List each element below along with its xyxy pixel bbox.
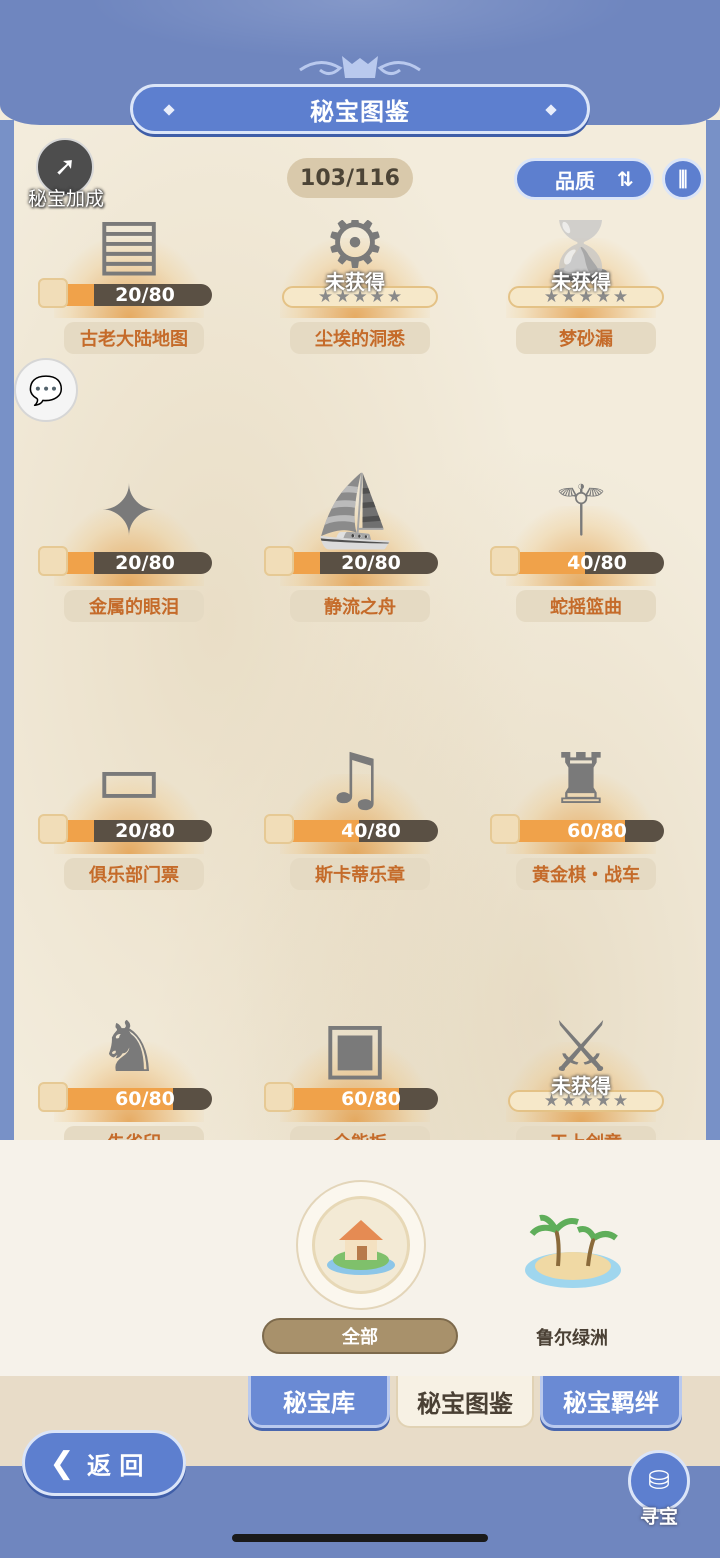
progress-text: 20/80 xyxy=(115,552,175,574)
puzzle-piece-icon xyxy=(264,546,294,576)
treasure-name: 黄金棋・战车 xyxy=(516,858,656,890)
treasure-hunt-label: 寻宝 xyxy=(639,1506,678,1528)
treasure-grid: ▤ 20/80 古老大陆地图 ⚙ ★ ★ ★ ★ ★ 未获得 尘埃的洞悉 ⌛ ★ ★ ★ ★ ★ 未获得 梦砂漏 ✦ 2… xyxy=(0,220,720,1170)
phoenix-seal-icon: ♞ xyxy=(97,1006,161,1088)
tab-label: 秘宝图鉴 xyxy=(417,1389,513,1418)
bonus-label: 秘宝加成 xyxy=(27,188,104,210)
back-button[interactable]: ❮ 返 回 xyxy=(22,1430,186,1496)
treasure-card[interactable]: ⛵ 20/80 静流之舟 xyxy=(260,466,450,636)
chat-bubble-icon: 💬 xyxy=(28,373,64,407)
treasure-name: 梦砂漏 xyxy=(516,322,656,354)
cat-ornament-icon xyxy=(299,56,421,78)
treasure-name: 古老大陆地图 xyxy=(64,322,204,354)
progress-bar: 40/80 xyxy=(280,820,438,842)
progress-text: 20/80 xyxy=(115,284,175,306)
puzzle-piece-icon xyxy=(264,1082,294,1112)
treasure-name: 尘埃的洞悉 xyxy=(290,322,430,354)
lyre-icon: ♫ xyxy=(323,738,387,820)
puzzle-piece-icon xyxy=(38,278,68,308)
treasure-card[interactable]: ⚙ ★ ★ ★ ★ ★ 未获得 尘埃的洞悉 xyxy=(260,220,450,368)
sort-order-button[interactable]: ⫼ xyxy=(662,158,704,200)
region-lur-oasis[interactable] xyxy=(518,1208,628,1318)
treasure-name: 蛇摇篮曲 xyxy=(516,590,656,622)
region-all[interactable] xyxy=(296,1180,426,1310)
board-icon: ▣ xyxy=(321,1006,389,1088)
progress-bar: 60/80 xyxy=(280,1088,438,1110)
treasure-card[interactable]: ✦ 20/80 金属的眼泪 xyxy=(34,466,224,636)
treasure-hunt-button[interactable]: ⛁ 寻宝 xyxy=(624,1450,694,1530)
progress-bar: 60/80 xyxy=(506,820,664,842)
tab-treasure-bonds[interactable]: 秘宝羁绊 xyxy=(540,1376,682,1428)
tab-treasure-codex[interactable]: 秘宝图鉴 xyxy=(396,1376,534,1428)
metal-tear-icon: ✦ xyxy=(99,470,159,552)
diamond-icon xyxy=(545,104,557,116)
progress-text: 60/80 xyxy=(567,820,627,842)
progress-bar: 60/80 xyxy=(54,1088,212,1110)
home-indicator xyxy=(232,1534,488,1542)
region-icon-frame xyxy=(296,1180,426,1310)
treasure-card[interactable]: ▤ 20/80 古老大陆地图 xyxy=(34,220,224,368)
quality-sort-button[interactable]: 品质 ⇅ xyxy=(514,158,654,200)
progress-bar: 20/80 xyxy=(54,552,212,574)
progress-text: 40/80 xyxy=(567,552,627,574)
boat-icon: ⛵ xyxy=(311,469,399,552)
sort-arrows-icon: ⇅ xyxy=(617,167,634,191)
region-label-all[interactable]: 全部 xyxy=(262,1318,458,1354)
flute-icon: ⚚ xyxy=(549,470,613,552)
progress-text: 20/80 xyxy=(115,820,175,842)
puzzle-piece-icon xyxy=(264,814,294,844)
region-label-lur-oasis: 鲁尔绿洲 xyxy=(536,1328,608,1349)
sort-toggle-icon: ⫼ xyxy=(678,167,688,191)
treasure-bonus-button[interactable]: ➚ 秘宝加成 xyxy=(16,138,116,214)
puzzle-piece-icon xyxy=(38,1082,68,1112)
puzzle-piece-icon xyxy=(38,546,68,576)
treasure-name: 静流之舟 xyxy=(290,590,430,622)
treasure-codex-screen: 秘宝图鉴 ➚ 秘宝加成 103/116 品质 ⇅ ⫼ ▤ 20/80 古老大陆地图 ⚙… xyxy=(0,0,720,1558)
progress-text: 60/80 xyxy=(115,1088,175,1110)
unobtained-label: 未获得 xyxy=(551,270,611,294)
collection-count: 103/116 xyxy=(287,158,413,198)
ticket-icon: ▭ xyxy=(95,738,163,820)
quality-label: 品质 xyxy=(555,168,595,193)
puzzle-piece-icon xyxy=(38,814,68,844)
progress-bar: 40/80 xyxy=(506,552,664,574)
treasure-card[interactable]: ⌛ ★ ★ ★ ★ ★ 未获得 梦砂漏 xyxy=(486,220,676,368)
chess-rook-icon: ♜ xyxy=(549,738,613,820)
house-island-icon xyxy=(312,1196,410,1294)
chat-button[interactable]: 💬 xyxy=(14,358,78,422)
progress-text: 60/80 xyxy=(341,1088,401,1110)
puzzle-piece-icon xyxy=(490,814,520,844)
progress-bar: 20/80 xyxy=(54,820,212,842)
puzzle-piece-icon xyxy=(490,546,520,576)
progress-bar: 20/80 xyxy=(54,284,212,306)
treasure-card[interactable]: ♫ 40/80 斯卡蒂乐章 xyxy=(260,734,450,904)
page-title: 秘宝图鉴 xyxy=(310,97,410,126)
map-book-icon: ▤ xyxy=(95,220,163,284)
treasure-name: 金属的眼泪 xyxy=(64,590,204,622)
treasure-name: 俱乐部门票 xyxy=(64,858,204,890)
progress-text: 40/80 xyxy=(341,820,401,842)
progress-bar: 20/80 xyxy=(280,552,438,574)
treasure-card[interactable]: ⚚ 40/80 蛇摇篮曲 xyxy=(486,466,676,636)
treasure-card[interactable]: ♜ 60/80 黄金棋・战车 xyxy=(486,734,676,904)
title-banner: 秘宝图鉴 xyxy=(130,84,590,134)
tab-label: 秘宝库 xyxy=(283,1389,355,1417)
treasure-name: 斯卡蒂乐章 xyxy=(290,858,430,890)
palm-island-icon xyxy=(525,1214,621,1288)
progress-text: 20/80 xyxy=(341,552,401,574)
back-arrow-icon: ❮ xyxy=(49,1445,75,1481)
treasure-card[interactable]: ▭ 20/80 俱乐部门票 xyxy=(34,734,224,904)
region-label-text: 全部 xyxy=(342,1327,378,1348)
unobtained-label: 未获得 xyxy=(551,1074,611,1098)
unobtained-label: 未获得 xyxy=(325,270,385,294)
tab-treasure-vault[interactable]: 秘宝库 xyxy=(248,1376,390,1428)
diamond-icon xyxy=(163,104,175,116)
back-label: 返 回 xyxy=(87,1451,144,1480)
tab-label: 秘宝羁绊 xyxy=(563,1389,659,1417)
